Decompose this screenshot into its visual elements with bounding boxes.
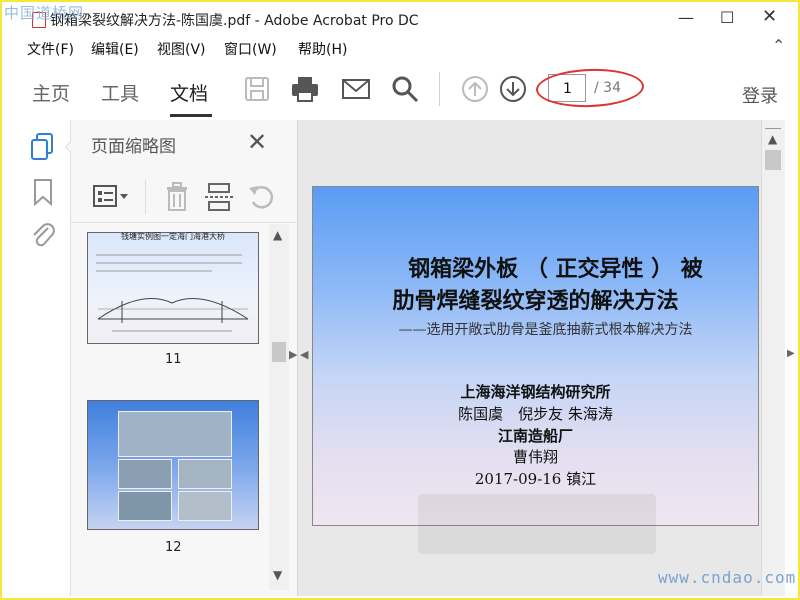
close-panel-icon[interactable]: ✕ [247,128,267,156]
scroll-down-icon[interactable]: ▼ [273,568,282,582]
title-bar: 钢箱梁裂纹解决方法-陈国虞.pdf - Adobe Acrobat Pro DC… [2,2,798,36]
panel-title: 页面缩略图 [91,137,176,157]
slide-authors1: 陈国虞 倪步友 朱海涛 [458,405,613,423]
panel-separator [145,180,146,214]
menu-file[interactable]: 文件(F) [27,39,74,59]
right-edge: ▶ [785,120,798,596]
search-icon[interactable] [390,74,420,104]
menu-bar: 文件(F) 编辑(E) 视图(V) 窗口(W) 帮助(H) ⌃ [2,36,798,60]
collapse-icon[interactable]: ⌃ [772,36,785,55]
bridge-drawing-thumbnail [96,254,249,332]
menu-edit[interactable]: 编辑(E) [91,39,139,59]
slide-date: 2017-09-16 镇江 [474,470,597,488]
page-thumbnails-icon[interactable] [30,132,56,162]
menu-window[interactable]: 窗口(W) [224,39,277,59]
next-page-icon[interactable] [498,74,528,104]
document-scroll-thumb[interactable] [765,150,781,170]
slide-org2: 江南造船厂 [497,427,573,445]
thumbnail-scrollbar[interactable]: ▲ ▼ [269,224,289,590]
previous-page-icon[interactable] [460,74,490,104]
watermark-bottom: www.cndao.com [658,568,797,587]
bridge-photo-thumbnail [118,411,232,457]
rotate-icon[interactable] [247,182,277,212]
expand-right-panel-icon[interactable]: ▶ [787,348,795,359]
toolbar: 主页 工具 文档 1 / 34 登录 [2,60,798,121]
collapse-left-panel-icon[interactable]: ◀ [300,348,308,361]
panel-resize-handle-icon[interactable]: ▶ [289,348,297,361]
pdf-page: 钢箱梁外板 （ 正交异性 ） 被 肋骨焊缝裂纹穿透的解决方法 ——选用开敞式肋骨… [312,186,759,526]
watermark-top: 中国道桥网 [4,4,85,22]
window-title: 钢箱梁裂纹解决方法-陈国虞.pdf - Adobe Acrobat Pro DC [50,13,419,29]
options-menu-icon[interactable] [93,184,129,210]
slide-subtitle: ——选用开敞式肋骨是釜底抽薪式根本解决方法 [398,322,693,338]
menu-help[interactable]: 帮助(H) [298,39,347,59]
slide-authors2: 曹伟翔 [512,448,558,466]
photo-thumbnail [178,491,232,521]
delete-icon[interactable] [165,182,189,212]
save-icon[interactable] [242,74,272,104]
bookmark-icon[interactable] [32,178,54,206]
thumbnail-page-12-label: 12 [165,540,182,555]
maximize-icon[interactable]: ☐ [720,8,734,27]
thumbnail-page-11[interactable]: 钱塘实例图一定海门海港大桥 [87,232,259,344]
thumbnail-page-12[interactable] [87,400,259,530]
slide-title-line1: 钢箱梁外板 （ 正交异性 ） 被 [408,256,703,282]
thumbnail-page-11-text: 钱塘实例图一定海门海港大桥 [121,232,225,241]
document-scrollbar[interactable]: ▲ [761,120,786,596]
extract-pages-icon[interactable] [205,182,233,212]
print-icon[interactable] [290,74,320,104]
photo-thumbnail [178,459,232,489]
active-tab-indicator [170,114,212,117]
tab-tools[interactable]: 工具 [101,79,139,106]
tab-document[interactable]: 文档 [170,79,208,106]
thumbnail-list: 钱塘实例图一定海门海港大桥 11 12 [71,224,297,596]
doc-scroll-up-icon[interactable]: ▲ [768,132,777,146]
left-navigation-rail [2,120,73,596]
minimize-icon[interactable]: — [678,8,694,27]
email-icon[interactable] [341,74,371,104]
thumbnail-page-11-label: 11 [165,352,182,367]
slide-org1: 上海海洋钢结构研究所 [460,383,611,401]
close-window-icon[interactable]: ✕ [762,6,777,27]
photo-thumbnail [118,459,172,489]
attachment-icon[interactable] [30,220,56,250]
slide-title-line2: 肋骨焊缝裂纹穿透的解决方法 [392,288,679,314]
tab-home[interactable]: 主页 [32,79,70,106]
thumbnails-panel: 页面缩略图 ✕ 钱塘实例图一定海门海港大桥 11 12 ▲ ▼ ▶ [71,120,298,596]
login-button[interactable]: 登录 [742,82,778,108]
panel-toolbar [71,172,297,223]
menu-view[interactable]: 视图(V) [157,39,206,59]
scroll-up-icon[interactable]: ▲ [273,228,282,242]
floating-toolbar-ghost [418,494,656,554]
thumbnail-scroll-thumb[interactable] [272,342,286,362]
toolbar-separator [439,72,440,106]
split-handle-icon[interactable] [765,122,781,129]
photo-thumbnail [118,491,172,521]
